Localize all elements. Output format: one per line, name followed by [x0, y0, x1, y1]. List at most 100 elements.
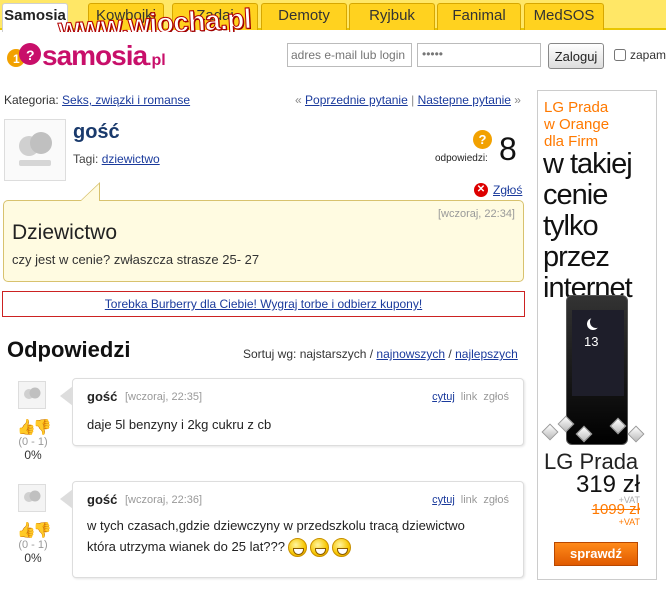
- remember-me-label: zapam: [630, 48, 666, 62]
- default-avatar-icon: [24, 490, 41, 502]
- answer-author-avatar: [18, 381, 46, 409]
- thumb-up-icon[interactable]: 👍: [17, 420, 36, 436]
- answer-box: gość [wczoraj, 22:36] cytuj link zgłoś w t…: [72, 481, 524, 578]
- logo-tld: .pl: [147, 52, 166, 69]
- tab-medsos[interactable]: MedSOS: [524, 3, 604, 30]
- permalink-link[interactable]: link: [461, 494, 478, 506]
- breadcrumb: Kategoria: Seks, związki i romanse: [4, 93, 190, 107]
- svg-text:?: ?: [26, 47, 35, 63]
- prev-question-link[interactable]: Poprzednie pytanie: [305, 93, 408, 107]
- sort-newest-link[interactable]: najnowszych: [376, 347, 445, 361]
- answers-count-label: odpowiedzi:: [435, 153, 488, 164]
- category-link[interactable]: Seks, związki i romanse: [62, 93, 190, 107]
- diamonds-image: [540, 406, 652, 446]
- sort-options: Sortuj wg: najstarszych / najnowszych / …: [243, 347, 518, 361]
- banner-old-vat: +VAT: [618, 517, 640, 527]
- tag-link[interactable]: dziewictwo: [102, 152, 160, 166]
- answer-author[interactable]: gość: [87, 492, 117, 507]
- thumb-down-icon[interactable]: 👎: [33, 523, 52, 539]
- moon-icon: [590, 316, 602, 328]
- banner-check-button[interactable]: sprawdź: [554, 542, 638, 566]
- promo-strip: Torebka Burberry dla Ciebie! Wygraj torb…: [2, 291, 525, 317]
- report-answer-link[interactable]: zgłoś: [483, 494, 509, 506]
- question-navigation: « Poprzednie pytanie | Nastepne pytanie …: [295, 93, 521, 107]
- answer-item: 👍👎 (0 - 1) 0% gość [wczoraj, 22:36] cytu…: [0, 481, 530, 581]
- answer-timestamp: [wczoraj, 22:36]: [125, 494, 203, 506]
- default-avatar-icon: [19, 132, 52, 166]
- tab-fanimal[interactable]: Fanimal: [437, 3, 521, 30]
- answers-count-value: 8: [499, 131, 517, 167]
- site-header: 1 ? samosia.pl ••••• Zaloguj zapam: [0, 32, 666, 76]
- banner-slogan: w takiej cenie tylko przez internet: [543, 148, 633, 304]
- login-button[interactable]: Zaloguj: [548, 43, 604, 69]
- smiley-icon: [310, 538, 329, 558]
- question-title: Dziewictwo: [12, 221, 118, 244]
- question-tags: Tagi: dziewictwo: [73, 152, 160, 166]
- answer-text: w tych czasach,gdzie dziewczyny w przeds…: [87, 515, 465, 558]
- thumb-down-icon[interactable]: 👎: [33, 420, 52, 436]
- smiley-icon: [288, 538, 307, 558]
- top-tab-bar: Samosia Kowbojki Zadaj Demoty Ryjbuk Fan…: [0, 0, 666, 45]
- question-author-avatar: [4, 119, 66, 181]
- login-email-input[interactable]: [287, 43, 412, 67]
- site-logo[interactable]: 1 ? samosia .pl: [6, 40, 166, 72]
- answer-votes: 👍👎 (0 - 1) 0%: [10, 523, 56, 566]
- sort-label: Sortuj wg: najstarszych /: [243, 347, 377, 361]
- answer-actions: cytuj link zgłoś: [432, 391, 509, 403]
- banner-ad[interactable]: LG Prada w Orange dla Firm w takiej ceni…: [537, 90, 657, 580]
- vote-count: (0 - 1): [18, 539, 48, 551]
- prev-arrow: «: [295, 93, 306, 107]
- answer-votes: 👍👎 (0 - 1) 0%: [10, 420, 56, 463]
- tab-demoty[interactable]: Demoty: [261, 3, 347, 30]
- phone-clock: 13: [584, 334, 599, 349]
- report-question[interactable]: ✕ Zgłoś: [474, 183, 522, 197]
- question-box: [wczoraj, 22:34] Dziewictwo czy jest w c…: [3, 200, 524, 282]
- vote-percent: 0%: [24, 448, 42, 462]
- answer-actions: cytuj link zgłoś: [432, 494, 509, 506]
- report-answer-link[interactable]: zgłoś: [483, 391, 509, 403]
- sort-separator: /: [445, 347, 456, 361]
- sort-best-link[interactable]: najlepszych: [455, 347, 518, 361]
- answer-author-avatar: [18, 484, 46, 512]
- promo-link[interactable]: Torebka Burberry dla Ciebie! Wygraj torb…: [105, 297, 422, 311]
- answer-text-line: w tych czasach,gdzie dziewczyny w przeds…: [87, 518, 465, 533]
- report-link[interactable]: Zgłoś: [493, 183, 522, 197]
- banner-old-price: 1099 zł: [591, 501, 640, 518]
- phone-screen: 13: [572, 310, 624, 396]
- answer-box: gość [wczoraj, 22:35] cytuj link zgłoś daj…: [72, 378, 524, 446]
- answer-author[interactable]: gość: [87, 389, 117, 404]
- question-mark-icon: ?: [473, 130, 492, 149]
- answers-counter: ? odpowiedzi: 8: [435, 129, 525, 169]
- permalink-link[interactable]: link: [461, 391, 478, 403]
- answer-text-line: która utrzyma wianek do 25 lat???: [87, 536, 465, 558]
- logo-bubbles-icon: 1 ?: [7, 43, 41, 67]
- vote-count: (0 - 1): [18, 436, 48, 448]
- tags-label: Tagi:: [73, 152, 102, 166]
- svg-text:1: 1: [13, 52, 20, 66]
- question-timestamp: [wczoraj, 22:34]: [437, 208, 515, 220]
- banner-headline: LG Prada w Orange dla Firm: [544, 99, 610, 150]
- remember-me[interactable]: zapam: [614, 48, 666, 62]
- answers-heading: Odpowiedzi: [7, 337, 131, 362]
- category-label: Kategoria:: [4, 93, 63, 107]
- login-password-input[interactable]: •••••: [417, 43, 541, 67]
- tab-ryjbuk[interactable]: Ryjbuk: [349, 3, 435, 30]
- quote-link[interactable]: cytuj: [432, 391, 455, 403]
- answer-timestamp: [wczoraj, 22:35]: [125, 391, 203, 403]
- remember-me-checkbox[interactable]: [614, 49, 626, 61]
- answer-text: daje 5l benzyny i 2kg cukru z cb: [87, 417, 272, 432]
- smiley-icon: [332, 538, 351, 558]
- question-bubble-tail-fill: [81, 184, 99, 201]
- question-author[interactable]: gość: [73, 121, 120, 144]
- question-body: czy jest w cenie? zwłaszcza strasze 25- …: [12, 252, 260, 267]
- answer-item: 👍👎 (0 - 1) 0% gość [wczoraj, 22:35] cytu…: [0, 378, 530, 470]
- logo-text: samosia: [42, 40, 148, 71]
- next-question-link[interactable]: Nastepne pytanie: [418, 93, 511, 107]
- vote-percent: 0%: [24, 551, 42, 565]
- report-icon: ✕: [474, 183, 488, 197]
- default-avatar-icon: [24, 387, 41, 399]
- quote-link[interactable]: cytuj: [432, 494, 455, 506]
- thumb-up-icon[interactable]: 👍: [17, 523, 36, 539]
- next-arrow: »: [510, 93, 521, 107]
- nav-separator: |: [407, 93, 418, 107]
